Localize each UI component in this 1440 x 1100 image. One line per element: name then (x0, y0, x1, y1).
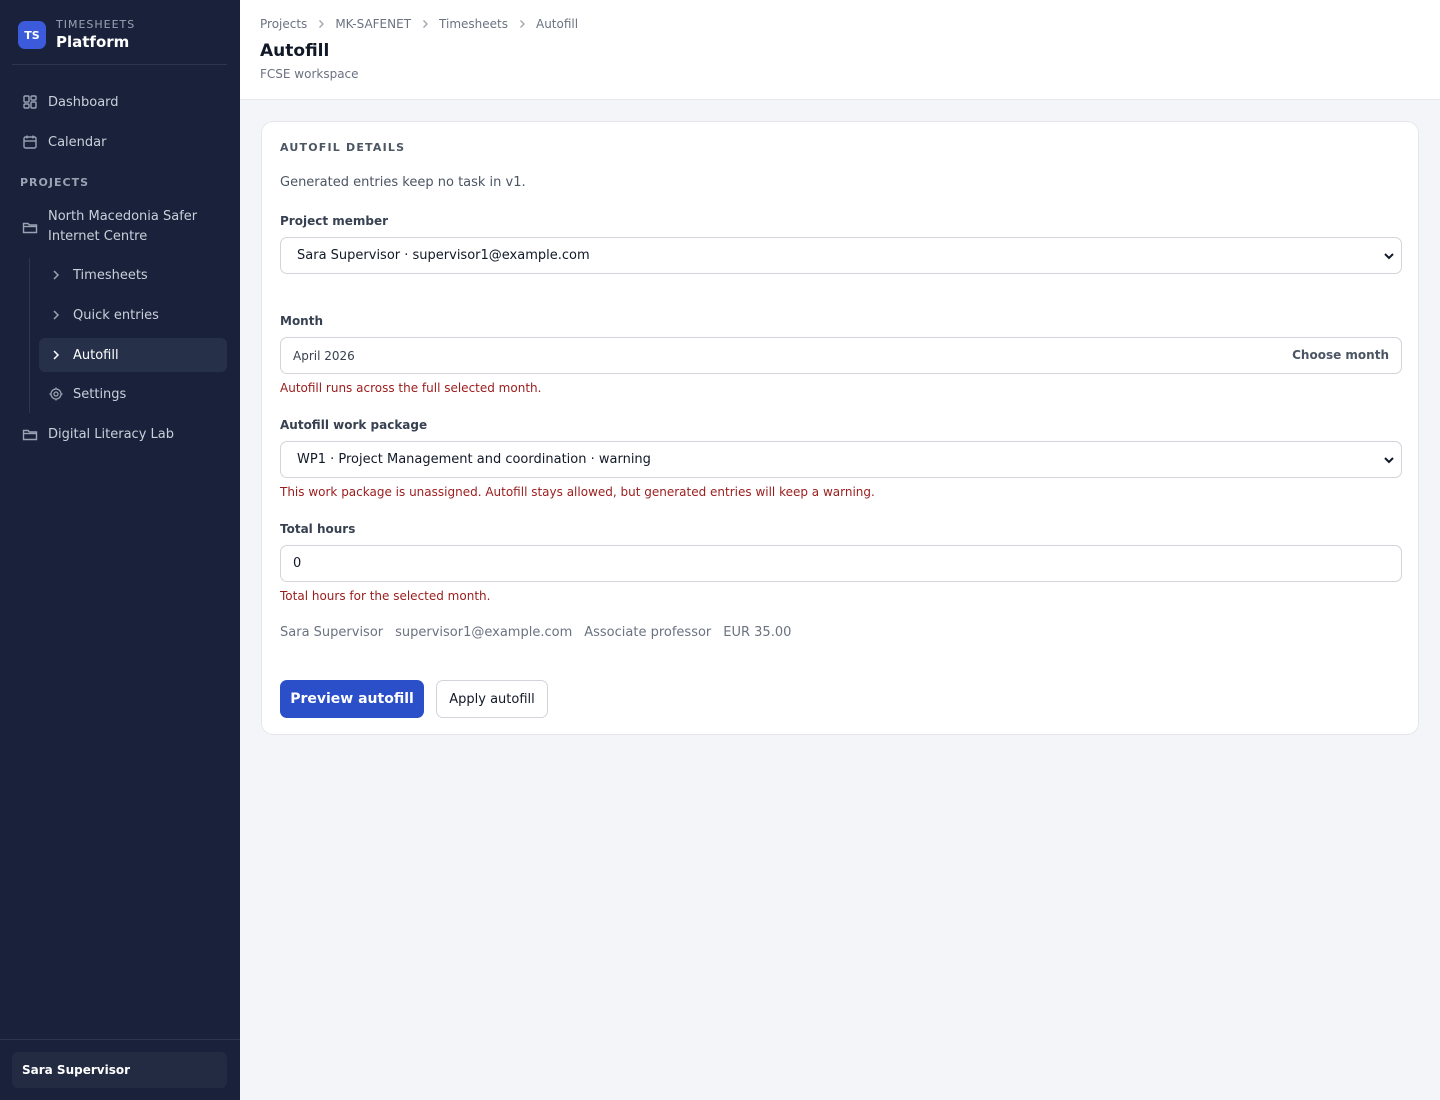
meta-name: Sara Supervisor (280, 625, 384, 640)
page-header: Projects MK-SAFENET Timesheets Autofill … (240, 0, 1440, 100)
folder-icon (22, 426, 38, 442)
meta-email: supervisor1@example.com (395, 625, 573, 640)
user-menu[interactable]: Sara Supervisor (12, 1052, 227, 1088)
nav-project-safenet[interactable]: North Macedonia Safer Internet Centre (12, 205, 227, 249)
chevron-right-icon (49, 268, 63, 282)
chevron-right-icon (49, 308, 63, 322)
nav-item-calendar[interactable]: Calendar (12, 125, 227, 159)
breadcrumb: Projects MK-SAFENET Timesheets Autofill (260, 17, 578, 31)
chevron-down-icon (1383, 454, 1395, 466)
total-hours-value: 0 (293, 556, 302, 571)
dashboard-icon (22, 94, 38, 110)
card-note: Generated entries keep no task in v1. (280, 175, 526, 190)
member-select-value: Sara Supervisor · supervisor1@example.co… (297, 248, 590, 263)
preview-autofill-button[interactable]: Preview autofill (280, 680, 424, 718)
choose-month-button[interactable]: Choose month (1292, 348, 1389, 362)
autofill-card: AUTOFIL DETAILS Generated entries keep n… (261, 121, 1419, 735)
total-hours-help: Total hours for the selected month. (280, 589, 491, 603)
member-meta: Sara Supervisor supervisor1@example.com … (280, 625, 803, 640)
brand-supertitle: TIMESHEETS (56, 18, 136, 31)
sidebar: TS TIMESHEETS Platform Dashboard Calenda… (0, 0, 240, 1100)
nav-subitem-autofill[interactable]: Autofill (39, 338, 227, 372)
month-help: Autofill runs across the full selected m… (280, 381, 542, 395)
nav-label: Settings (73, 386, 127, 402)
nav-label: Calendar (48, 134, 107, 150)
nav-label: Timesheets (73, 267, 148, 283)
page-subtitle: FCSE workspace (260, 67, 359, 81)
breadcrumb-item-projects[interactable]: Projects (260, 17, 307, 31)
breadcrumb-item-timesheets[interactable]: Timesheets (439, 17, 508, 31)
nav-section-projects: PROJECTS (20, 176, 89, 189)
member-label: Project member (280, 214, 389, 228)
gear-icon (49, 387, 63, 401)
chevron-right-icon (49, 348, 63, 362)
month-value: April 2026 (293, 348, 355, 363)
folder-icon (22, 219, 38, 235)
calendar-icon (22, 134, 38, 150)
member-select[interactable]: Sara Supervisor · supervisor1@example.co… (280, 237, 1402, 274)
nav-item-dashboard[interactable]: Dashboard (12, 85, 227, 119)
nav-subitem-quick-entries[interactable]: Quick entries (39, 298, 227, 332)
nav-label: North Macedonia Safer Internet Centre (48, 209, 198, 244)
nav-label: Quick entries (73, 307, 159, 323)
breadcrumb-item-current: Autofill (535, 17, 579, 31)
tree-line (29, 258, 30, 413)
chevron-right-icon (517, 19, 527, 29)
work-package-select[interactable]: WP1 · Project Management and coordinatio… (280, 441, 1402, 478)
breadcrumb-item-project[interactable]: MK-SAFENET (335, 17, 411, 31)
work-package-value: WP1 · Project Management and coordinatio… (297, 452, 651, 467)
brand-title: Platform (56, 33, 130, 51)
nav-project-digital-literacy[interactable]: Digital Literacy Lab (12, 417, 227, 451)
nav-subitem-settings[interactable]: Settings (39, 377, 227, 411)
apply-autofill-button[interactable]: Apply autofill (436, 680, 548, 718)
nav-label: Autofill (73, 347, 119, 363)
meta-role: Associate professor (584, 625, 712, 640)
page-title: Autofill (260, 41, 330, 61)
brand-logo: TS (18, 21, 46, 49)
nav-label: Digital Literacy Lab (48, 426, 174, 442)
card-title: AUTOFIL DETAILS (280, 141, 406, 154)
meta-rate: EUR 35.00 (723, 625, 792, 640)
work-package-label: Autofill work package (280, 418, 428, 432)
chevron-right-icon (420, 19, 430, 29)
work-package-warning: This work package is unassigned. Autofil… (280, 485, 875, 499)
chevron-right-icon (316, 19, 326, 29)
total-hours-input[interactable]: 0 (280, 545, 1402, 582)
divider (12, 64, 227, 65)
chevron-down-icon (1383, 250, 1395, 262)
month-label: Month (280, 314, 324, 328)
nav-subitem-timesheets[interactable]: Timesheets (39, 258, 227, 292)
total-hours-label: Total hours (280, 522, 356, 536)
nav-label: Dashboard (48, 94, 119, 110)
month-input[interactable]: April 2026 Choose month (280, 337, 1402, 374)
divider (0, 1039, 240, 1040)
